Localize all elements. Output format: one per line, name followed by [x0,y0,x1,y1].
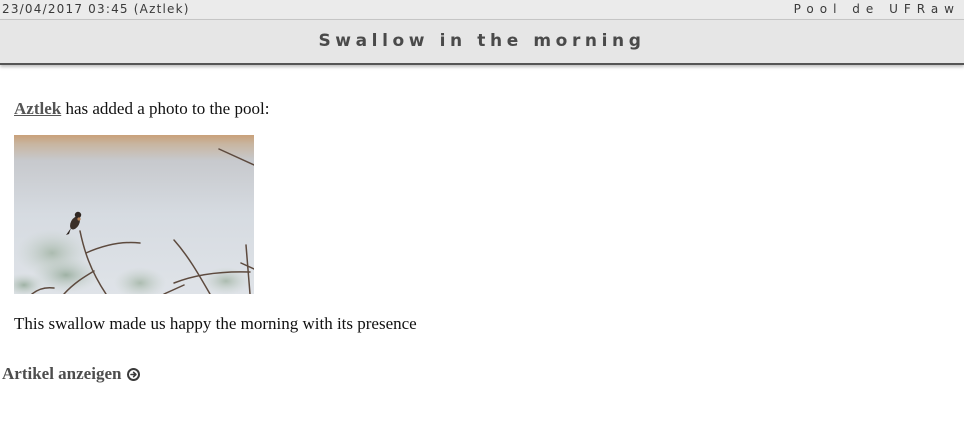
post-title[interactable]: Swallow in the morning [0,31,964,51]
circle-arrow-right-icon [127,367,141,381]
feed-meta-bar: 23/04/2017 03:45 (Aztlek) Pool de UFRaw [0,0,964,20]
action-text: has added a photo to the pool: [65,99,270,118]
title-bar: Swallow in the morning [0,20,964,65]
photo-caption: This swallow made us happy the morning w… [14,314,417,333]
author-link[interactable]: Aztlek [14,99,61,118]
post-intro: Aztlek has added a photo to the pool: [14,99,269,119]
feed-name: Pool de UFRaw [793,2,960,16]
view-article-label: Artikel anzeigen [2,364,122,383]
photo-link[interactable] [14,135,254,294]
view-article-link[interactable]: Artikel anzeigen [2,364,141,384]
swallow-photo [14,135,254,294]
post-meta: 23/04/2017 03:45 (Aztlek) [2,2,190,16]
